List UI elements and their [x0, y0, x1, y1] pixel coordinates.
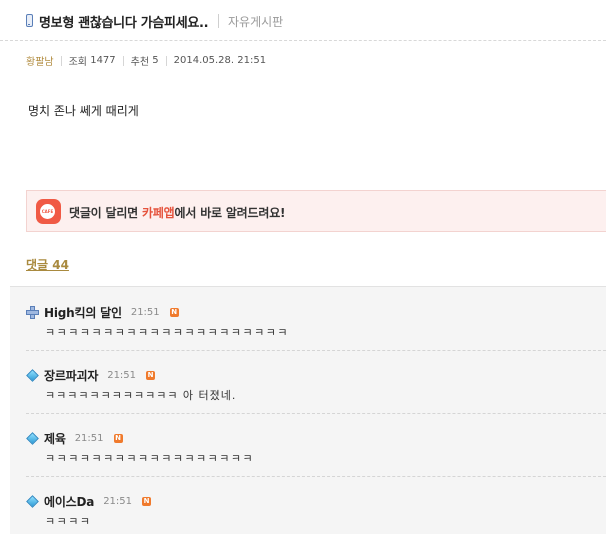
comment-text: ㅋㅋㅋㅋㅋㅋㅋㅋㅋㅋㅋㅋㅋㅋㅋㅋㅋㅋㅋㅋㅋ	[45, 326, 290, 339]
meta-divider	[122, 55, 124, 66]
new-badge-icon: N	[169, 308, 179, 317]
comment-text: ㅋㅋㅋㅋㅋㅋㅋㅋㅋㅋㅋㅋㅋㅋㅋㅋㅋㅋ	[45, 452, 255, 465]
comment-time: 21:51	[103, 496, 133, 507]
banner-text-accent: 카페앱	[142, 206, 175, 220]
recommend-label: 추천	[130, 57, 150, 68]
banner-text-after: 에서 바로 알려드려요!	[174, 206, 286, 220]
views-label: 조회	[68, 57, 88, 68]
meta-divider	[165, 55, 167, 66]
recommend-count: 5	[152, 55, 159, 66]
post-datetime: 2014.05.28. 21:51	[173, 55, 267, 66]
cross-level-icon	[26, 306, 39, 319]
banner-text: 댓글이 달리면 카페앱에서 바로 알려드려요!	[69, 204, 286, 221]
comment-time: 21:51	[130, 307, 160, 318]
diamond-level-icon	[26, 495, 39, 508]
mobile-phone-icon	[26, 14, 33, 27]
board-name-link[interactable]: 자유게시판	[228, 13, 283, 30]
comment-nickname[interactable]: 에이스Da	[44, 493, 94, 510]
post-meta: 황팔남 조회 1477 추천 5 2014.05.28. 21:51	[26, 53, 266, 68]
comment-text: ㅋㅋㅋㅋㅋㅋㅋㅋㅋㅋㅋㅋ 아 터졌네.	[45, 389, 237, 402]
comment-nickname[interactable]: High킥의 달인	[44, 304, 122, 321]
banner-text-before: 댓글이 달리면	[69, 206, 142, 220]
comment-time: 21:51	[74, 433, 104, 444]
new-badge-icon: N	[146, 371, 156, 380]
comment-divider	[26, 476, 606, 477]
comment-header: High킥의 달인 21:51 N	[26, 304, 179, 321]
cafe-app-icon: CAFE	[36, 199, 61, 224]
comment-count-link[interactable]: 댓글 44	[26, 256, 69, 273]
diamond-level-icon	[26, 369, 39, 382]
comment-time: 21:51	[107, 370, 137, 381]
comment-text: ㅋㅋㅋㅋ	[45, 515, 92, 528]
new-badge-icon: N	[113, 434, 123, 443]
comment-header: 제육 21:51 N	[26, 430, 123, 447]
comment-header: 장르파괴자 21:51 N	[26, 367, 156, 384]
header-divider	[0, 40, 606, 41]
cafe-post-page: 명보형 괜찮습니다 가슴피세요.. 자유게시판 황팔남 조회 1477 추천 5…	[0, 0, 606, 534]
author-name[interactable]: 황팔남	[26, 53, 54, 68]
post-title: 명보형 괜찮습니다 가슴피세요..	[39, 16, 209, 31]
new-badge-icon: N	[142, 497, 152, 506]
comment-header: 에이스Da 21:51 N	[26, 493, 152, 510]
views-count: 1477	[90, 55, 116, 66]
comments-section: High킥의 달인 21:51 N ㅋㅋㅋㅋㅋㅋㅋㅋㅋㅋㅋㅋㅋㅋㅋㅋㅋㅋㅋㅋㅋ …	[10, 286, 606, 534]
post-body-text: 명치 존나 쎄게 때리게	[28, 104, 139, 118]
cafe-app-banner[interactable]: CAFE 댓글이 달리면 카페앱에서 바로 알려드려요!	[26, 190, 606, 232]
title-divider	[218, 14, 219, 28]
cafe-app-icon-label: CAFE	[40, 204, 55, 219]
meta-divider	[60, 55, 62, 66]
comment-nickname[interactable]: 장르파괴자	[44, 367, 98, 384]
diamond-level-icon	[26, 432, 39, 445]
comment-nickname[interactable]: 제육	[44, 430, 66, 447]
comment-divider	[26, 413, 606, 414]
post-header: 명보형 괜찮습니다 가슴피세요.. 자유게시판	[0, 0, 606, 46]
comment-divider	[26, 350, 606, 351]
